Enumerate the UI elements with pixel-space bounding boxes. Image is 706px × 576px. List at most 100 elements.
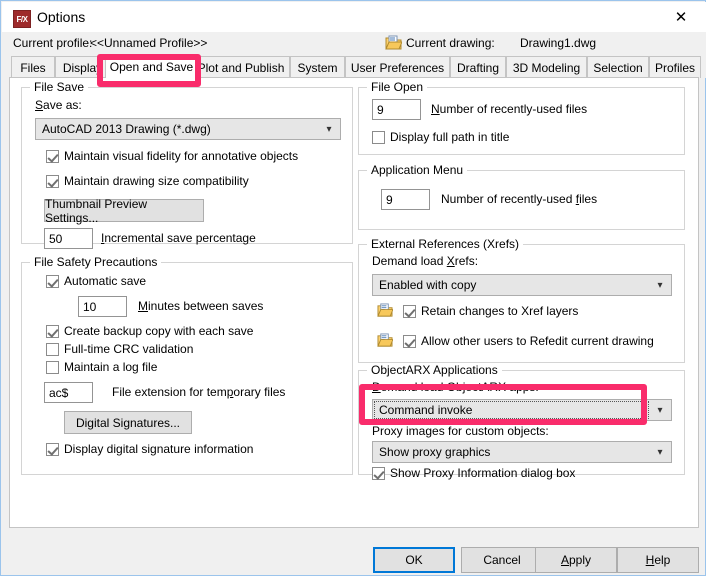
tab-profiles[interactable]: Profiles — [649, 56, 701, 78]
minutes-between-saves-value: 10 — [83, 299, 97, 314]
demand-load-objectarx-combo[interactable]: Command invoke ▾ — [372, 399, 672, 421]
tab-label: Profiles — [655, 60, 696, 75]
checkbox-box — [46, 324, 59, 338]
file-open-recent-files-input[interactable]: 9 — [372, 99, 421, 120]
show-proxy-dialog-label: Show Proxy Information dialog box — [390, 466, 576, 480]
minutes-between-saves-label: Minutes between saves — [138, 299, 264, 313]
retain-xref-changes-checkbox[interactable]: Retain changes to Xref layers — [403, 304, 578, 318]
current-profile-value: <<Unnamed Profile>> — [90, 36, 208, 50]
crc-validation-label: Full-time CRC validation — [64, 342, 194, 356]
tab-label: Display — [62, 60, 103, 75]
show-proxy-dialog-checkbox[interactable]: Show Proxy Information dialog box — [372, 466, 575, 480]
file-safety-group-title: File Safety Precautions — [30, 255, 162, 269]
apply-button-label: Apply — [560, 553, 592, 567]
checkbox-box — [46, 274, 59, 288]
window-title: Options — [37, 9, 86, 25]
demand-load-xrefs-value: Enabled with copy — [379, 278, 477, 292]
application-menu-group-title: Application Menu — [367, 163, 468, 177]
current-drawing-label: Current drawing: — [406, 36, 495, 50]
maintain-log-file-label: Maintain a log file — [64, 360, 158, 374]
maintain-visual-fidelity-checkbox[interactable]: Maintain visual fidelity for annotative … — [46, 149, 298, 163]
cancel-button[interactable]: Cancel — [461, 547, 543, 573]
temp-file-extension-input[interactable]: ac$ — [44, 382, 93, 403]
objectarx-group: ObjectARX Applications Demand load Objec… — [358, 363, 685, 480]
thumbnail-preview-settings-button[interactable]: Thumbnail Preview Settings... — [44, 196, 204, 225]
file-save-group-title: File Save — [30, 80, 89, 94]
close-icon[interactable]: ✕ — [660, 4, 702, 30]
fx-logo-icon: F/X — [13, 10, 31, 28]
tab-drafting[interactable]: Drafting — [450, 56, 506, 78]
proxy-images-combo[interactable]: Show proxy graphics ▾ — [372, 441, 672, 463]
options-dialog: F/X Options ✕ Current profile: <<Unnamed… — [0, 0, 706, 576]
save-as-label: Save as: — [35, 98, 82, 112]
objectarx-group-title: ObjectARX Applications — [367, 363, 502, 377]
tab-user-preferences[interactable]: User Preferences — [345, 56, 450, 78]
checkbox-box — [372, 466, 385, 480]
tab-label: Open and Save — [109, 60, 194, 74]
display-digital-signature-checkbox[interactable]: Display digital signature information — [46, 442, 253, 456]
app-menu-recent-files-value: 9 — [386, 192, 393, 207]
incremental-save-input[interactable]: 50 — [44, 228, 93, 249]
crc-validation-checkbox[interactable]: Full-time CRC validation — [46, 342, 193, 356]
application-menu-group: Application Menu 9 Number of recently-us… — [358, 163, 685, 230]
external-references-group: External References (Xrefs) Demand load … — [358, 237, 685, 363]
file-open-group: File Open 9 Number of recently-used file… — [358, 80, 685, 155]
maintain-visual-fidelity-label: Maintain visual fidelity for annotative … — [64, 149, 299, 163]
create-backup-copy-label: Create backup copy with each save — [64, 324, 254, 338]
display-full-path-checkbox[interactable]: Display full path in title — [372, 130, 509, 144]
minutes-between-saves-input[interactable]: 10 — [78, 296, 127, 317]
demand-load-xrefs-label: Demand load Xrefs: — [372, 254, 479, 268]
file-open-group-title: File Open — [367, 80, 428, 94]
file-open-recent-files-label: Number of recently-used files — [431, 102, 588, 116]
automatic-save-label: Automatic save — [64, 274, 147, 288]
allow-refedit-checkbox[interactable]: Allow other users to Refedit current dra… — [403, 334, 654, 348]
tab-label: Files — [20, 60, 46, 75]
external-references-group-title: External References (Xrefs) — [367, 237, 524, 251]
tab-label: 3D Modeling — [512, 60, 581, 75]
incremental-save-value: 50 — [49, 231, 63, 246]
title-bar: F/X Options ✕ — [2, 2, 706, 32]
tab-system[interactable]: System — [290, 56, 345, 78]
save-as-combo[interactable]: AutoCAD 2013 Drawing (*.dwg) ▾ — [35, 118, 341, 140]
current-profile-label: Current profile: — [13, 36, 93, 50]
tab-open-and-save[interactable]: Open and Save — [105, 55, 198, 78]
automatic-save-checkbox[interactable]: Automatic save — [46, 274, 146, 288]
apply-button[interactable]: Apply — [535, 547, 617, 573]
checkbox-box — [403, 304, 416, 318]
tab-3d-modeling[interactable]: 3D Modeling — [506, 56, 587, 78]
temp-file-extension-value: ac$ — [49, 385, 69, 400]
checkbox-box — [46, 342, 59, 356]
xref-drawing-icon — [377, 333, 393, 347]
file-save-group: File Save Save as: AutoCAD 2013 Drawing … — [21, 80, 353, 249]
tab-files[interactable]: Files — [11, 56, 55, 78]
maintain-size-compatibility-checkbox[interactable]: Maintain drawing size compatibility — [46, 174, 249, 188]
help-button[interactable]: Help — [617, 547, 699, 573]
tab-plot-and-publish[interactable]: Plot and Publish — [192, 56, 290, 78]
create-backup-copy-checkbox[interactable]: Create backup copy with each save — [46, 324, 253, 338]
demand-load-xrefs-combo[interactable]: Enabled with copy ▾ — [372, 274, 672, 296]
help-button-label: Help — [645, 553, 671, 567]
ok-button-label: OK — [405, 553, 423, 567]
proxy-images-value: Show proxy graphics — [379, 445, 491, 459]
proxy-images-label: Proxy images for custom objects: — [372, 424, 549, 438]
app-menu-recent-files-input[interactable]: 9 — [381, 189, 430, 210]
profile-row: Current profile: <<Unnamed Profile>> Cur… — [2, 32, 706, 56]
xref-drawing-icon — [377, 303, 393, 317]
file-open-recent-files-value: 9 — [377, 102, 384, 117]
checkbox-box — [372, 130, 385, 144]
tab-display[interactable]: Display — [55, 56, 110, 78]
digital-signatures-button[interactable]: Digital Signatures... — [64, 411, 192, 434]
maintain-log-file-checkbox[interactable]: Maintain a log file — [46, 360, 157, 374]
tab-label: Plot and Publish — [197, 60, 285, 75]
incremental-save-label: Incremental save percentage — [101, 231, 256, 245]
ok-button[interactable]: OK — [373, 547, 455, 573]
tab-selection[interactable]: Selection — [587, 56, 649, 78]
current-drawing-value: Drawing1.dwg — [520, 36, 597, 50]
retain-xref-changes-label: Retain changes to Xref layers — [421, 304, 579, 318]
chevron-down-icon: ▾ — [326, 123, 332, 135]
thumbnail-preview-settings-label: Thumbnail Preview Settings... — [45, 196, 148, 225]
display-digital-signature-label: Display digital signature information — [64, 442, 254, 456]
save-as-combo-value: AutoCAD 2013 Drawing (*.dwg) — [42, 122, 211, 136]
tab-label: Drafting — [456, 60, 500, 75]
checkbox-box — [46, 360, 59, 374]
